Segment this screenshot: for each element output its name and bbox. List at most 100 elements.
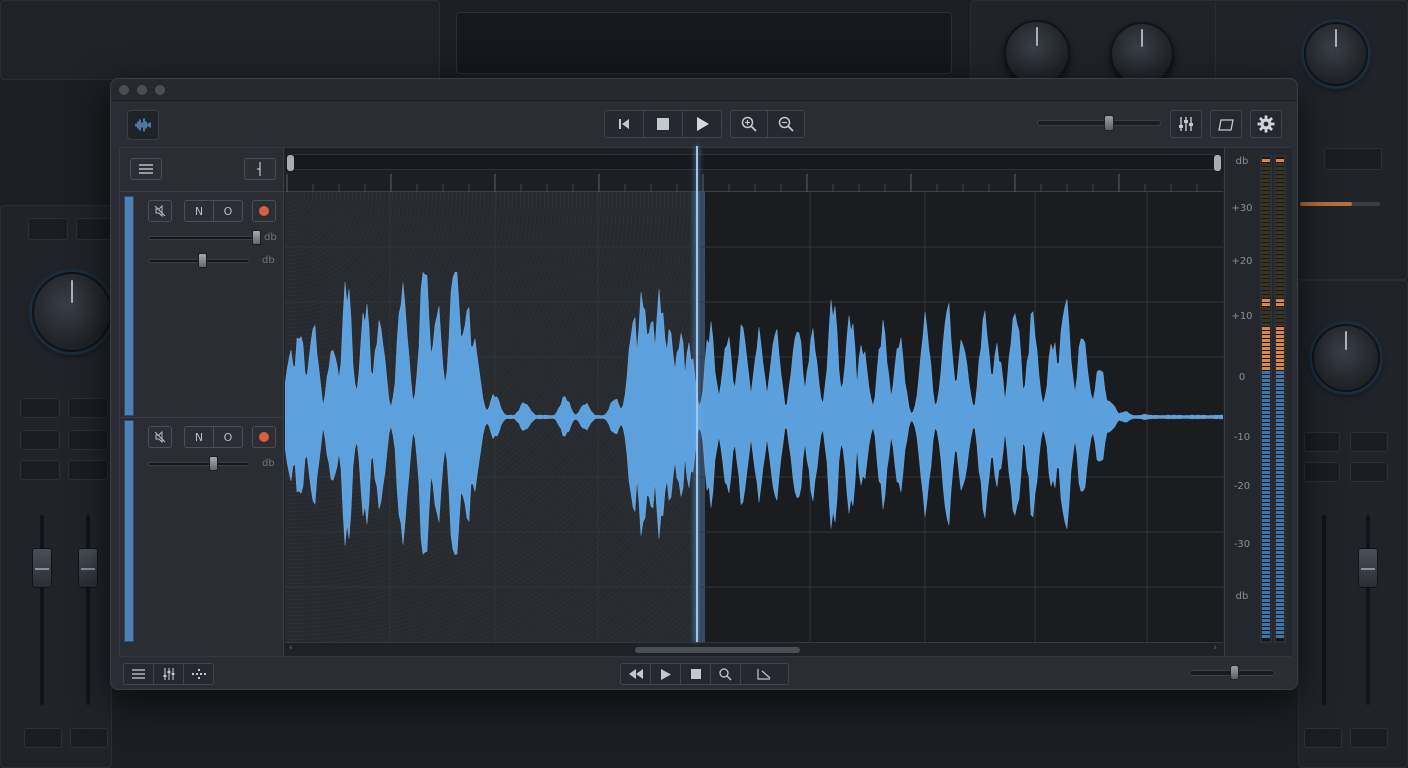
bottom-stop-button[interactable]	[680, 663, 711, 685]
meter-segment	[1276, 591, 1284, 594]
skip-back-button[interactable]	[604, 110, 644, 138]
meter-segment	[1276, 351, 1284, 354]
meter-segment	[1262, 303, 1270, 306]
meter-segment	[1276, 223, 1284, 226]
waveform-display[interactable]	[285, 192, 1223, 642]
meter-segment	[1276, 623, 1284, 626]
list-view-button[interactable]	[123, 663, 154, 685]
bottom-mixer-button[interactable]	[153, 663, 184, 685]
meter-segment	[1276, 371, 1284, 374]
meter-segment	[1262, 519, 1270, 522]
minimize-window-button[interactable]	[137, 85, 147, 95]
track-2-n-button[interactable]: N	[184, 426, 214, 448]
track-2-record-button[interactable]	[252, 426, 276, 448]
meter-segment	[1276, 499, 1284, 502]
play-button[interactable]	[682, 110, 722, 138]
track-2-volume-thumb[interactable]	[209, 456, 218, 471]
grid-toggle-button[interactable]	[183, 663, 214, 685]
meter-segment	[1262, 495, 1270, 498]
meter-segment	[1276, 407, 1284, 410]
mixer-button[interactable]	[1170, 110, 1202, 138]
meter-segment	[1276, 167, 1284, 170]
playhead[interactable]	[696, 146, 698, 642]
meter-segment	[1276, 611, 1284, 614]
meter-segment	[1262, 459, 1270, 462]
track-1-record-button[interactable]	[252, 200, 276, 222]
track-row-2: N O db	[120, 418, 284, 644]
meter-segment	[1276, 191, 1284, 194]
track-1-volume-slider[interactable]	[148, 236, 258, 240]
bg-fader	[1366, 515, 1370, 705]
scrollbar-thumb[interactable]	[635, 647, 800, 653]
track-1-mute-button[interactable]	[148, 200, 172, 222]
meter-segment	[1262, 323, 1270, 326]
track-1-n-button[interactable]: N	[184, 200, 214, 222]
meter-segment	[1276, 507, 1284, 510]
play-icon	[660, 668, 671, 680]
meter-segment	[1276, 579, 1284, 582]
settings-button[interactable]	[1250, 110, 1282, 138]
meter-segment	[1276, 635, 1284, 638]
meter-segment	[1262, 619, 1270, 622]
meter-segment	[1262, 567, 1270, 570]
master-volume-slider[interactable]	[1037, 120, 1161, 126]
track-menu-button[interactable]	[130, 158, 162, 180]
meter-segment	[1262, 423, 1270, 426]
meter-segment	[1276, 239, 1284, 242]
meter-segment	[1276, 367, 1284, 370]
track-1-o-button[interactable]: O	[213, 200, 243, 222]
meter-segment	[1276, 403, 1284, 406]
meter-segment	[1276, 523, 1284, 526]
curve-icon	[1218, 119, 1234, 131]
meter-segment	[1262, 591, 1270, 594]
meter-segment	[1276, 531, 1284, 534]
bg-button	[1350, 728, 1388, 748]
bottom-zoom-button[interactable]	[710, 663, 741, 685]
meter-segment	[1262, 235, 1270, 238]
master-volume-thumb[interactable]	[1104, 115, 1114, 131]
timeline-ruler[interactable]	[285, 148, 1223, 192]
track-color-stripe[interactable]	[124, 420, 134, 642]
meter-segment	[1276, 163, 1284, 166]
gear-icon	[1257, 115, 1275, 133]
o-label: O	[223, 204, 233, 218]
bg-panel	[0, 0, 440, 80]
curve-button[interactable]	[1210, 110, 1242, 138]
bottom-zoom-thumb[interactable]	[1230, 665, 1240, 680]
track-2-mute-button[interactable]	[148, 426, 172, 448]
meter-segment	[1276, 243, 1284, 246]
rewind-button[interactable]	[620, 663, 651, 685]
bottom-play-button[interactable]	[650, 663, 681, 685]
meter-segment	[1262, 231, 1270, 234]
zoom-window-button[interactable]	[155, 85, 165, 95]
meter-segment	[1262, 595, 1270, 598]
meter-segment	[1262, 463, 1270, 466]
meter-segment	[1276, 327, 1284, 330]
track-marker-button[interactable]	[244, 158, 276, 180]
scroll-right-arrow[interactable]: ›	[1213, 643, 1217, 653]
horizontal-scrollbar[interactable]: ‹ ›	[285, 642, 1223, 656]
export-button[interactable]	[740, 663, 789, 685]
meter-segment	[1276, 255, 1284, 258]
track-1-pan-thumb[interactable]	[198, 253, 207, 268]
meter-segment	[1262, 499, 1270, 502]
bg-fader	[86, 515, 90, 705]
meter-segment	[1276, 631, 1284, 634]
track-1-volume-thumb[interactable]	[252, 230, 261, 245]
meter-segment	[1276, 487, 1284, 490]
track-color-stripe[interactable]	[124, 196, 134, 416]
scroll-left-arrow[interactable]: ‹	[289, 643, 293, 653]
meter-segment	[1262, 507, 1270, 510]
track-2-o-button[interactable]: O	[213, 426, 243, 448]
waveform-logo-icon[interactable]	[127, 110, 159, 140]
bg-button	[20, 398, 60, 418]
zoom-out-button[interactable]	[767, 110, 805, 138]
zoom-in-button[interactable]	[730, 110, 768, 138]
meter-segment	[1262, 199, 1270, 202]
meter-segment	[1276, 287, 1284, 290]
stop-button[interactable]	[643, 110, 683, 138]
meter-segment	[1262, 343, 1270, 346]
close-window-button[interactable]	[119, 85, 129, 95]
track-2-volume-slider[interactable]	[148, 462, 250, 466]
meter-segment	[1262, 175, 1270, 178]
